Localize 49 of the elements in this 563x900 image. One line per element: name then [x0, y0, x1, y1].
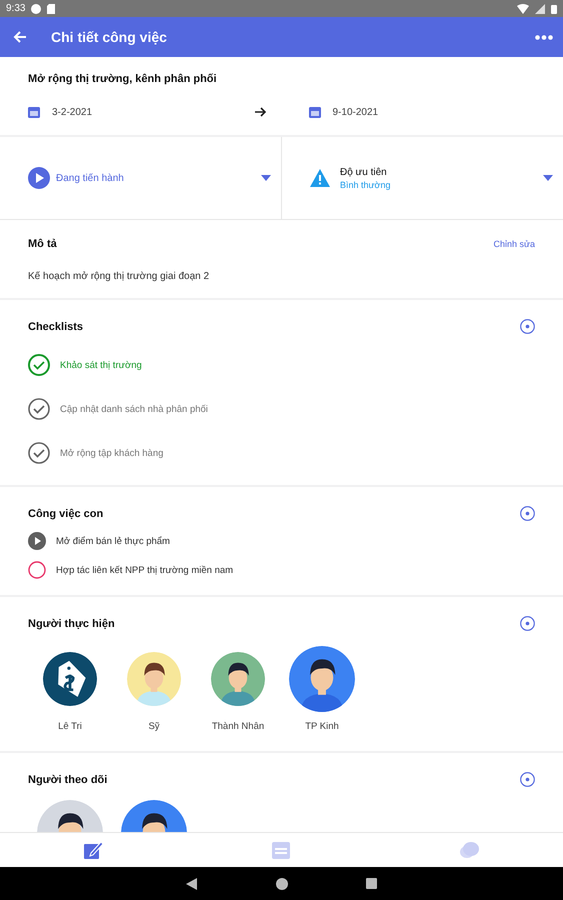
add-icon[interactable]	[520, 506, 535, 521]
check-icon[interactable]	[28, 354, 50, 376]
section-heading: Mô tả	[28, 238, 57, 250]
home-nav-icon[interactable]	[276, 878, 288, 890]
add-icon[interactable]	[520, 319, 535, 334]
wifi-icon	[517, 4, 529, 14]
edit-link[interactable]: Chỉnh sửa	[493, 239, 535, 249]
add-icon[interactable]	[520, 772, 535, 787]
section-heading: Người thực hiện	[28, 618, 115, 630]
checklist-item: Khảo sát thị trường	[60, 360, 142, 370]
battery-icon	[551, 4, 557, 14]
section-heading: Công việc con	[28, 508, 104, 520]
play-icon	[28, 167, 50, 189]
section-heading: Người theo dõi	[28, 774, 108, 786]
dropdown-icon	[261, 175, 271, 181]
section-heading: Checklists	[28, 320, 84, 332]
calendar-icon	[308, 106, 320, 118]
person-name: Lê Tri	[58, 721, 82, 732]
arrow-icon	[254, 107, 266, 117]
task-name: Mở rộng thị trường, kênh phân phối	[28, 73, 218, 85]
check-icon[interactable]	[28, 442, 50, 464]
check-icon[interactable]	[28, 398, 50, 420]
signal-icon	[535, 4, 545, 14]
subtask-item[interactable]: Mở điểm bán lẻ thực phẩm	[56, 536, 170, 546]
sd-card-icon	[47, 4, 56, 14]
play-icon	[28, 532, 46, 550]
status-time: 9:33	[6, 3, 26, 14]
more-icon[interactable]	[535, 34, 553, 40]
circle-icon	[28, 561, 46, 579]
screen-title: Chi tiết công việc	[51, 29, 168, 45]
edit-tab-icon[interactable]	[83, 840, 104, 860]
notification-icon	[31, 4, 42, 14]
checklist-item: Mở rộng tập khách hàng	[60, 448, 164, 458]
description-text: Kế hoạch mở rộng thị trường giai đoạn 2	[28, 271, 210, 282]
priority-dropdown[interactable]: Độ ưu tiên Bình thường	[281, 137, 563, 219]
start-date: 3-2-2021	[52, 106, 92, 118]
warning-icon	[310, 169, 330, 187]
person-name: TP Kinh	[305, 721, 339, 732]
subtask-item[interactable]: Hợp tác liên kết NPP thị trường miền nam	[56, 564, 234, 576]
back-nav-icon[interactable]	[186, 878, 198, 890]
dropdown-icon	[543, 175, 553, 181]
person-name: Sỹ	[148, 721, 160, 732]
checklist-item: Cập nhật danh sách nhà phân phối	[60, 404, 208, 414]
end-date: 9-10-2021	[332, 106, 378, 118]
add-icon[interactable]	[520, 616, 535, 631]
person-name: Thành Nhân	[212, 721, 264, 732]
status-dropdown[interactable]: Đang tiến hành	[0, 137, 281, 219]
calendar-icon	[28, 106, 40, 118]
back-icon[interactable]	[13, 31, 27, 43]
